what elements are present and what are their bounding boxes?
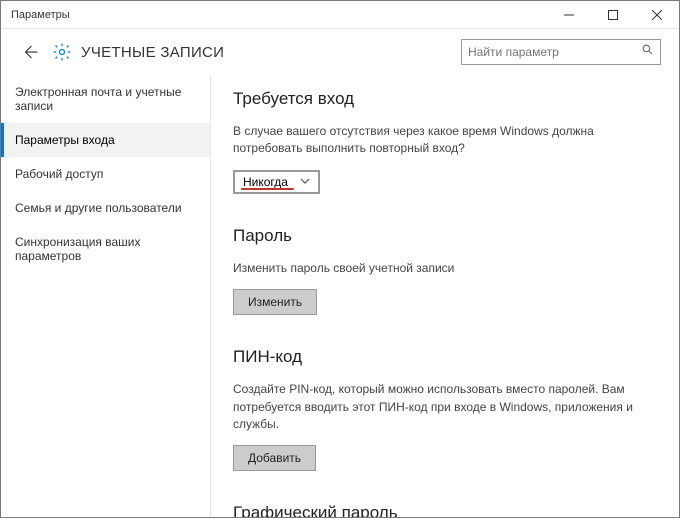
dropdown-value: Никогда bbox=[243, 175, 288, 189]
section-password: Пароль Изменить пароль своей учетной зап… bbox=[233, 226, 657, 315]
add-pin-button[interactable]: Добавить bbox=[233, 445, 316, 471]
sidebar: Электронная почта и учетные записи Парам… bbox=[1, 75, 211, 517]
section-signin-required: Требуется вход В случае вашего отсутстви… bbox=[233, 89, 657, 194]
sidebar-item-work-access[interactable]: Рабочий доступ bbox=[1, 157, 210, 191]
section-text: Создайте PIN-код, который можно использо… bbox=[233, 381, 633, 433]
section-text: В случае вашего отсутствия через какое в… bbox=[233, 123, 633, 158]
window-controls bbox=[547, 1, 679, 29]
sidebar-item-signin-options[interactable]: Параметры входа bbox=[1, 123, 210, 157]
sidebar-item-email-accounts[interactable]: Электронная почта и учетные записи bbox=[1, 75, 210, 123]
minimize-button[interactable] bbox=[547, 1, 591, 29]
chevron-down-icon bbox=[300, 175, 310, 189]
back-button[interactable] bbox=[19, 41, 41, 63]
sidebar-item-label: Параметры входа bbox=[15, 133, 115, 147]
page-title: УЧЕТНЫЕ ЗАПИСИ bbox=[81, 44, 461, 61]
close-button[interactable] bbox=[635, 1, 679, 29]
body: Электронная почта и учетные записи Парам… bbox=[1, 75, 679, 517]
window-title: Параметры bbox=[1, 9, 547, 21]
sidebar-item-label: Рабочий доступ bbox=[15, 167, 103, 181]
search-icon bbox=[641, 43, 654, 61]
gear-icon bbox=[51, 41, 73, 63]
section-heading: Требуется вход bbox=[233, 89, 657, 109]
header: УЧЕТНЫЕ ЗАПИСИ bbox=[1, 29, 679, 75]
sidebar-item-sync[interactable]: Синхронизация ваших параметров bbox=[1, 225, 210, 273]
change-password-button[interactable]: Изменить bbox=[233, 289, 317, 315]
signin-timeout-dropdown[interactable]: Никогда bbox=[233, 170, 320, 194]
sidebar-item-label: Семья и другие пользователи bbox=[15, 201, 182, 215]
highlight-mark bbox=[241, 188, 294, 190]
sidebar-item-label: Электронная почта и учетные записи bbox=[15, 85, 181, 113]
sidebar-item-label: Синхронизация ваших параметров bbox=[15, 235, 141, 263]
section-pin: ПИН-код Создайте PIN-код, который можно … bbox=[233, 347, 657, 471]
titlebar: Параметры bbox=[1, 1, 679, 29]
search-box[interactable] bbox=[461, 39, 661, 65]
section-heading: Пароль bbox=[233, 226, 657, 246]
sidebar-item-family[interactable]: Семья и другие пользователи bbox=[1, 191, 210, 225]
search-input[interactable] bbox=[468, 45, 638, 59]
section-text: Изменить пароль своей учетной записи bbox=[233, 260, 633, 277]
section-picture-password: Графический пароль Вход в Windows с помо… bbox=[233, 503, 657, 517]
section-heading: ПИН-код bbox=[233, 347, 657, 367]
section-heading: Графический пароль bbox=[233, 503, 657, 517]
maximize-button[interactable] bbox=[591, 1, 635, 29]
content: Требуется вход В случае вашего отсутстви… bbox=[211, 75, 679, 517]
